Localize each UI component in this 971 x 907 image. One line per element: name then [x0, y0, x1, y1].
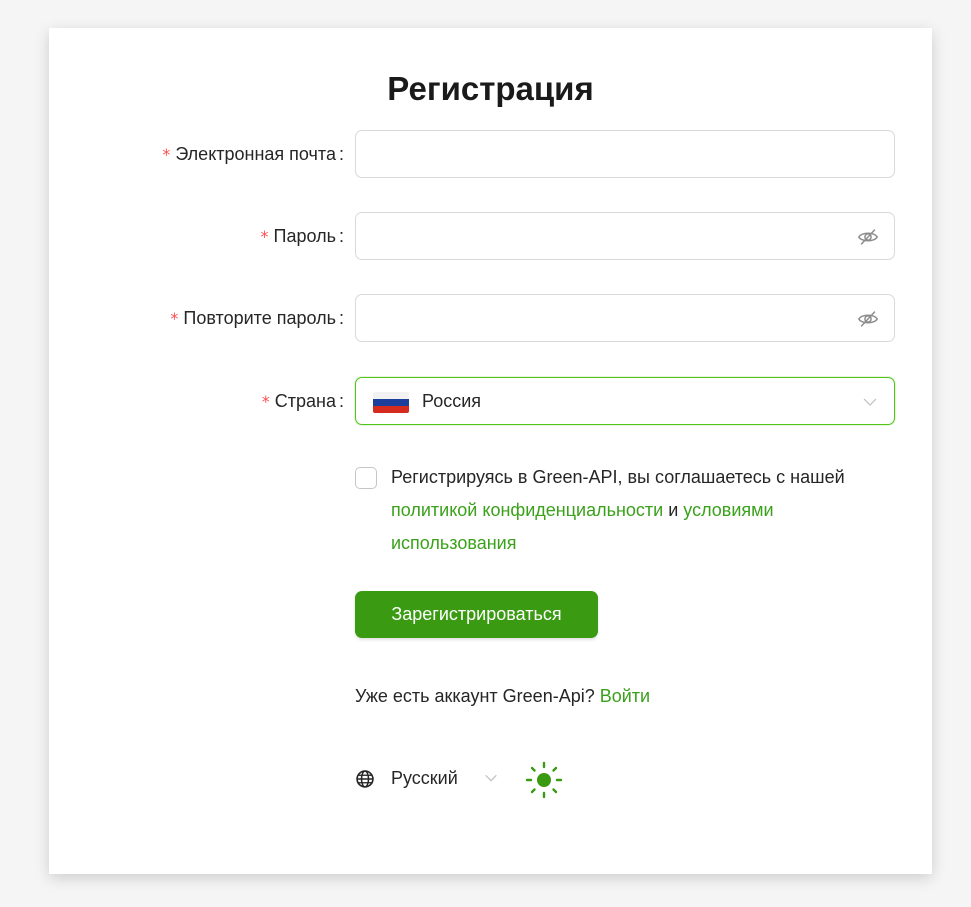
page-title: Регистрация: [387, 70, 594, 107]
chevron-down-icon[interactable]: [483, 770, 499, 786]
country-select-value: Россия: [422, 391, 482, 411]
registration-card: Регистрация * Электронная почта: * Пароль:…: [49, 28, 932, 874]
required-mark: *: [261, 392, 270, 411]
country-select[interactable]: Россия: [355, 377, 895, 425]
required-mark: *: [170, 309, 179, 328]
required-mark: *: [162, 145, 171, 164]
repeat-password-label: * Повторите пароль:: [170, 308, 344, 328]
register-button[interactable]: Зарегистрироваться: [355, 591, 598, 638]
russia-flag-icon: [373, 392, 409, 413]
agreement-checkbox[interactable]: [355, 467, 377, 489]
email-row: * Электронная почта:: [49, 130, 932, 178]
email-label: * Электронная почта:: [162, 144, 344, 164]
password-field[interactable]: [355, 212, 895, 260]
required-mark: *: [260, 227, 269, 246]
email-field[interactable]: [355, 130, 895, 178]
chevron-down-icon: [863, 398, 877, 406]
country-label: * Страна:: [261, 391, 344, 411]
password-row: * Пароль:: [49, 212, 932, 260]
repeat-password-row: * Повторите пароль:: [49, 294, 932, 342]
privacy-policy-link[interactable]: политикой конфиденциальности: [391, 500, 663, 520]
globe-icon: [356, 770, 374, 788]
sun-icon[interactable]: [525, 761, 563, 799]
eye-invisible-icon[interactable]: [857, 226, 879, 248]
login-prompt: Уже есть аккаунт Green-Api? Войти: [355, 686, 651, 706]
repeat-password-field[interactable]: [355, 294, 895, 342]
country-row: * Страна: Россия: [49, 377, 932, 425]
agreement-text: Регистрируясь в Green-API, вы соглашаете…: [391, 467, 845, 553]
language-select[interactable]: Русский: [391, 763, 458, 793]
password-label: * Пароль:: [260, 226, 344, 246]
footer-controls: Русский: [355, 761, 595, 799]
login-link[interactable]: Войти: [600, 686, 650, 706]
eye-invisible-icon[interactable]: [857, 308, 879, 330]
